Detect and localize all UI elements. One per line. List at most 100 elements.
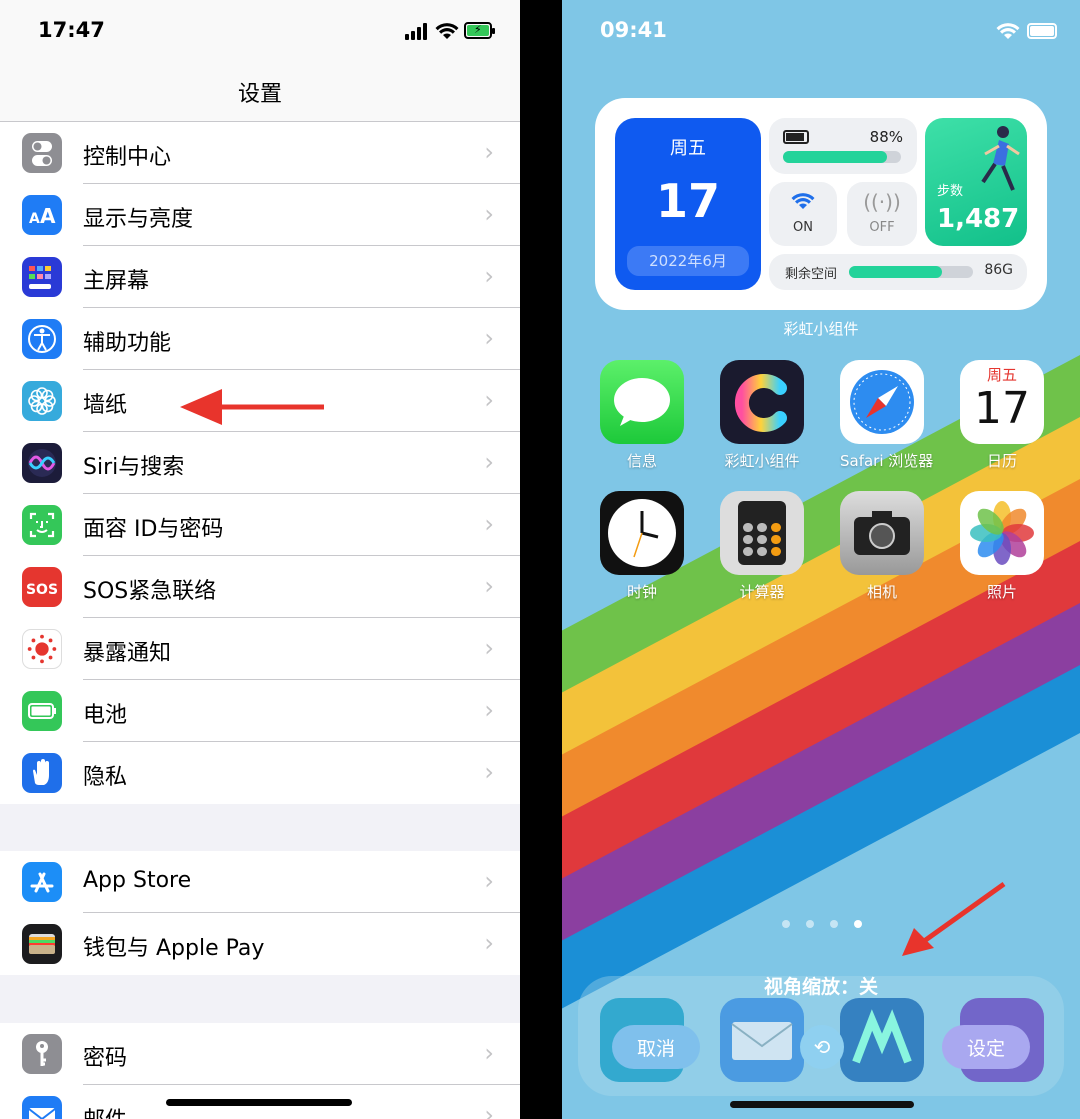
app-rainbow-widget[interactable]: 彩虹小组件 — [720, 360, 804, 471]
settings-row-label: 辅助功能 — [83, 331, 172, 356]
runner-icon — [981, 126, 1020, 191]
safari-icon — [840, 360, 924, 444]
settings-row[interactable]: Siri与搜索 › — [0, 432, 520, 494]
settings-row[interactable]: 辅助功能 › — [0, 308, 520, 370]
app-calendar[interactable]: 周五 17 日历 — [960, 360, 1044, 471]
home-grid-icon — [22, 257, 62, 297]
settings-row-label: 电池 — [83, 703, 128, 728]
divider — [520, 0, 562, 1119]
sos-icon: SOS — [22, 567, 62, 607]
app-photos[interactable]: 照片 — [960, 491, 1044, 602]
settings-row-label: 控制中心 — [83, 145, 172, 170]
battery-percent: 88% — [869, 128, 903, 146]
settings-row[interactable]: 面容 ID与密码 › — [0, 494, 520, 556]
home-indicator — [166, 1099, 352, 1106]
widget-day: 17 — [655, 174, 720, 228]
cancel-button[interactable]: 取消 — [612, 1025, 700, 1069]
settings-row[interactable]: A A 显示与亮度 › — [0, 184, 520, 246]
battery-charging-icon: ⚡ — [464, 22, 495, 39]
settings-row[interactable]: App Store › — [0, 851, 520, 913]
red-arrow-pointer — [180, 389, 324, 425]
settings-row-label: 隐私 — [83, 765, 128, 790]
wallet-icon — [22, 924, 62, 964]
page-dots[interactable] — [782, 920, 862, 928]
settings-row-label: 暴露通知 — [83, 641, 172, 666]
widget-month: 2022年6月 — [627, 246, 749, 276]
cellular-tile[interactable]: ((·)) OFF — [847, 182, 917, 246]
settings-group-1: 控制中心 › A A 显示与亮度 › 主屏幕 › 辅助功能 › 墙纸 › Siri与搜索 › 面容 ID与密… — [0, 122, 520, 804]
app-safari[interactable]: Safari 浏览器 — [840, 360, 933, 471]
home-indicator — [730, 1101, 914, 1108]
chevron-right-icon: › — [484, 510, 494, 538]
key-icon — [22, 1034, 62, 1074]
chevron-right-icon: › — [484, 758, 494, 786]
chevron-right-icon: › — [484, 200, 494, 228]
svg-text:SOS: SOS — [26, 582, 58, 598]
settings-row-label: SOS紧急联络 — [83, 579, 217, 604]
chevron-right-icon: › — [484, 1039, 494, 1067]
settings-row[interactable]: 密码 › — [0, 1023, 520, 1085]
svg-text:A: A — [40, 204, 56, 228]
page-dot[interactable] — [806, 920, 814, 928]
accessibility-icon — [22, 319, 62, 359]
settings-row[interactable]: 隐私 › — [0, 742, 520, 804]
calculator-icon — [720, 491, 804, 575]
calendar-day: 17 — [974, 383, 1030, 434]
app-camera[interactable]: 相机 — [840, 491, 924, 602]
chevron-right-icon: › — [484, 867, 494, 895]
chevron-right-icon: › — [484, 634, 494, 662]
wifi-icon — [996, 23, 1020, 39]
photos-icon — [960, 491, 1044, 575]
app-label: 彩虹小组件 — [724, 452, 800, 470]
storage-value: 86G — [984, 262, 1013, 278]
chevron-right-icon: › — [484, 386, 494, 414]
app-clock[interactable]: 时钟 — [600, 491, 684, 602]
battery-icon — [1027, 23, 1057, 39]
app-label: 照片 — [986, 583, 1017, 601]
settings-row-label: 钱包与 Apple Pay — [83, 936, 265, 961]
rainbow-widget[interactable]: 周五 17 2022年6月 88% ON ((·)) OFF 步数 1,487 … — [595, 98, 1047, 310]
widget-caption: 彩虹小组件 — [783, 320, 859, 338]
cellular-signal-icon — [405, 22, 429, 40]
set-button[interactable]: 设定 — [942, 1025, 1030, 1069]
settings-row[interactable]: 控制中心 › — [0, 122, 520, 184]
wifi-tile[interactable]: ON — [769, 182, 837, 246]
rainbow-widget-icon — [720, 360, 804, 444]
page-dot[interactable] — [782, 920, 790, 928]
calendar-weekday: 周五 — [986, 366, 1017, 384]
settings-row-label: Siri与搜索 — [83, 455, 185, 480]
messages-icon — [600, 360, 684, 444]
page-dot[interactable] — [830, 920, 838, 928]
app-calculator[interactable]: 计算器 — [720, 491, 804, 602]
chevron-right-icon: › — [484, 929, 494, 957]
status-time: 17:47 — [38, 18, 105, 42]
chevron-right-icon: › — [484, 1101, 494, 1119]
settings-row[interactable]: SOS SOS紧急联络 › — [0, 556, 520, 618]
cellular-state: OFF — [869, 220, 895, 235]
mail-dock-icon — [720, 998, 804, 1082]
exposure-icon — [22, 629, 62, 669]
storage-bar — [849, 266, 973, 278]
rotate-lock-icon[interactable]: ⟲ — [800, 1025, 844, 1069]
app-messages[interactable]: 信息 — [600, 360, 684, 471]
dock-app-3 — [840, 998, 924, 1082]
storage-label: 剩余空间 — [785, 267, 838, 282]
chevron-right-icon: › — [484, 324, 494, 352]
nav-bar: 设置 — [0, 60, 520, 122]
siri-icon — [22, 443, 62, 483]
camera-icon — [840, 491, 924, 575]
settings-row[interactable]: 电池 › — [0, 680, 520, 742]
steps-value: 1,487 — [937, 204, 1020, 234]
steps-tile: 步数 1,487 — [925, 118, 1027, 246]
perspective-zoom-toggle[interactable]: 视角缩放：关 — [562, 972, 1080, 999]
page-dot[interactable] — [854, 920, 862, 928]
wifi-state: ON — [793, 220, 813, 235]
settings-row[interactable]: 暴露通知 › — [0, 618, 520, 680]
settings-group-2: App Store › 钱包与 Apple Pay › — [0, 851, 520, 975]
chevron-right-icon: › — [484, 448, 494, 476]
wifi-icon — [435, 23, 459, 39]
settings-row[interactable]: 主屏幕 › — [0, 246, 520, 308]
chevron-right-icon: › — [484, 696, 494, 724]
settings-row-label: 显示与亮度 — [83, 207, 194, 232]
settings-row[interactable]: 钱包与 Apple Pay › — [0, 913, 520, 975]
